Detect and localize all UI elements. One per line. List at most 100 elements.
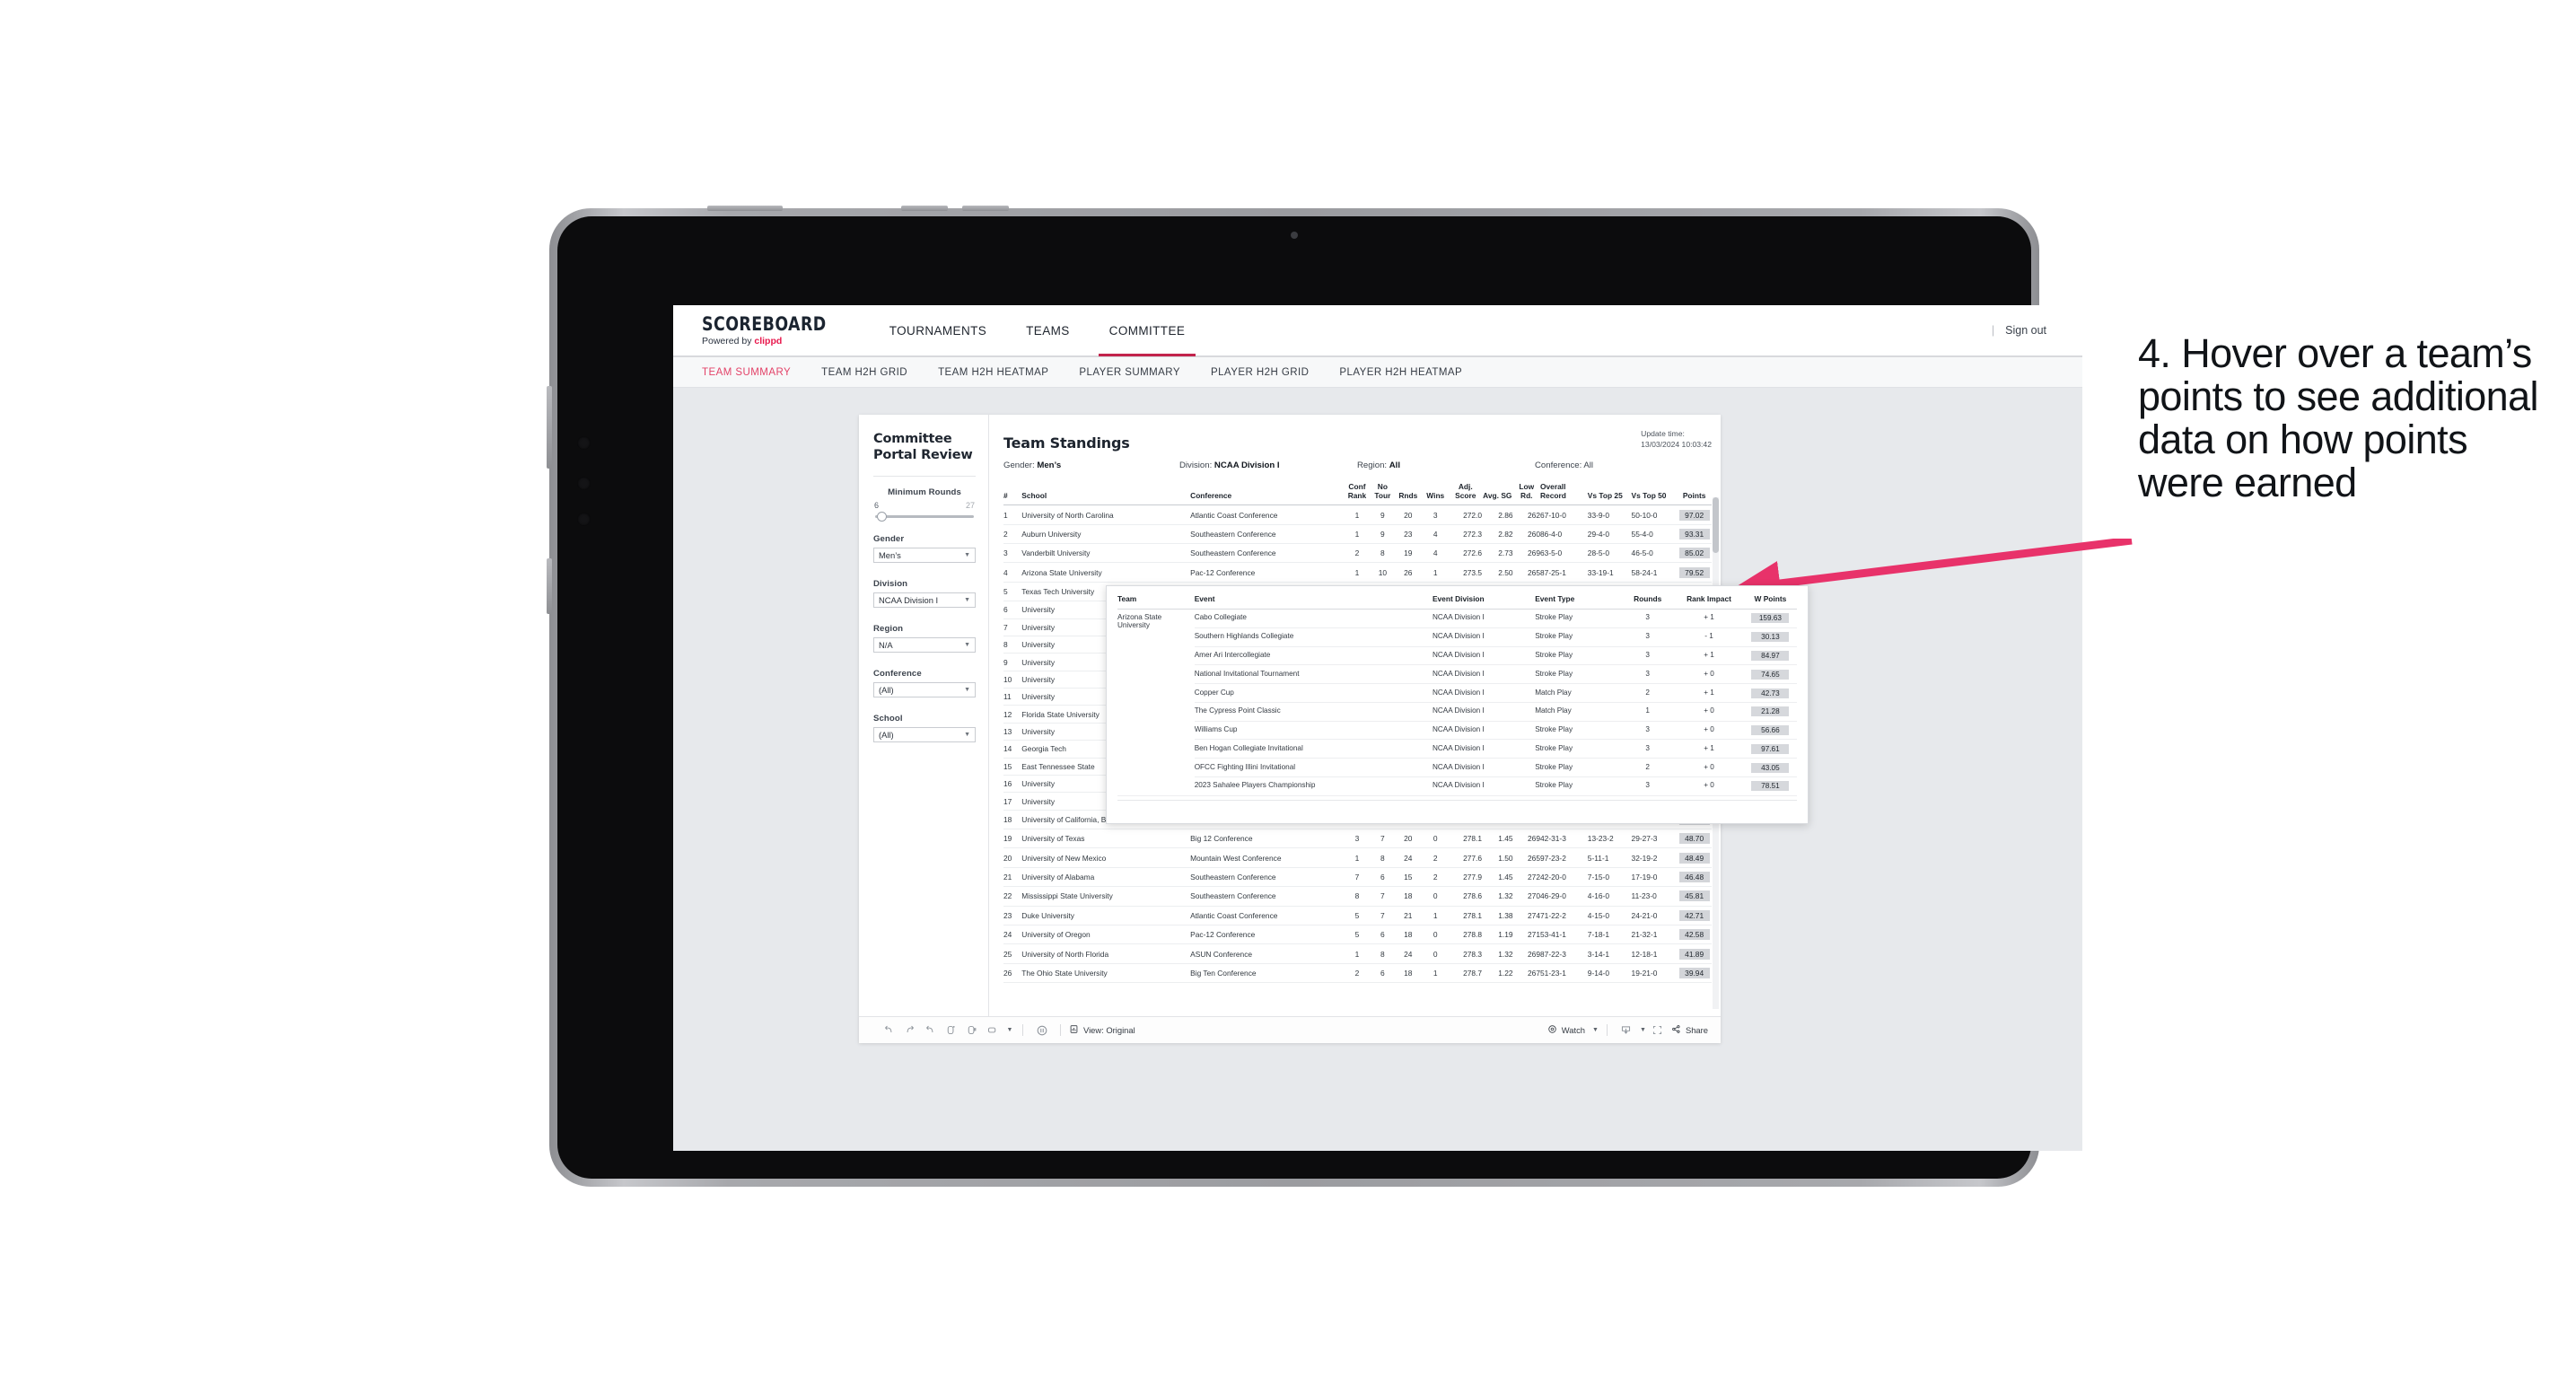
cell-points[interactable]: 93.31 [1677,524,1712,545]
points-badge[interactable]: 42.71 [1678,909,1710,921]
conference-select[interactable]: (All) ▼ [873,682,976,698]
points-badge[interactable]: 48.70 [1678,833,1710,845]
brand-logo[interactable]: SCOREBOARD Powered by clippd [673,314,870,346]
tab-player-h2h-heatmap[interactable]: PLAYER H2H HEATMAP [1339,367,1462,378]
refresh-icon[interactable] [941,1021,961,1040]
col-points[interactable]: Points [1677,483,1712,506]
points-badge[interactable]: 85.02 [1678,548,1710,559]
points-badge[interactable]: 48.49 [1678,852,1710,864]
table-row[interactable]: 23 Duke University Atlantic Coast Conferen… [1003,906,1712,925]
col-avg-sg[interactable]: Avg. SG [1482,483,1513,506]
table-row[interactable]: 25 University of North Florida ASUN Confer… [1003,943,1712,964]
cell-school: University of North Florida [1021,943,1191,964]
col-vs-top-25[interactable]: Vs Top 25 [1587,483,1632,506]
points-badge[interactable]: 97.02 [1678,509,1710,521]
cell-overall-record: 53-41-1 [1540,925,1588,945]
cell-points[interactable]: 85.02 [1677,543,1712,564]
cell-low-rd: 265 [1512,562,1540,583]
tablet-side-button-2[interactable] [547,558,552,614]
col-num[interactable]: # [1003,483,1022,506]
tab-player-h2h-grid[interactable]: PLAYER H2H GRID [1211,367,1309,378]
cell-rnds: 18 [1394,963,1423,984]
points-badge[interactable]: 42.58 [1678,929,1710,941]
col-adj-score[interactable]: Adj. Score [1449,482,1483,506]
pause-auto-update-icon[interactable] [1031,1021,1052,1040]
revert-icon[interactable] [920,1021,941,1040]
share-button[interactable]: Share [1671,1024,1708,1036]
cell-points[interactable]: 46.48 [1677,867,1712,888]
table-row[interactable]: 1 University of North Carolina Atlantic Co… [1003,504,1712,525]
col-rnds[interactable]: Rnds [1394,483,1423,506]
school-select[interactable]: (All) ▼ [873,727,976,743]
points-badge[interactable]: 41.89 [1678,948,1710,960]
tablet-side-button[interactable] [547,386,552,469]
filter-region: Region N/A ▼ [873,624,976,654]
sign-out-link[interactable]: Sign out [2005,324,2046,337]
col-no-tour[interactable]: No Tour [1371,482,1395,506]
points-badge[interactable]: 46.48 [1678,872,1710,882]
cell-points[interactable]: 42.58 [1677,925,1712,945]
cell-points[interactable]: 42.71 [1677,906,1712,925]
cell-points[interactable]: 39.94 [1677,963,1712,984]
device-layout-icon[interactable] [982,1021,1003,1040]
col-vs-top-50[interactable]: Vs Top 50 [1631,483,1678,506]
redo-icon[interactable] [899,1021,920,1040]
table-row[interactable]: 3 Vanderbilt University Southeastern Confe… [1003,543,1712,564]
col-overall-record[interactable]: Overall Record [1540,482,1588,506]
tab-team-h2h-heatmap[interactable]: TEAM H2H HEATMAP [938,367,1048,378]
nav-committee[interactable]: COMMITTEE [1090,305,1205,356]
tablet-volume-up-button[interactable] [901,206,948,211]
cell-wins: 0 [1422,925,1450,945]
region-select[interactable]: N/A ▼ [873,637,976,654]
tab-player-summary[interactable]: PLAYER SUMMARY [1079,367,1180,378]
table-row[interactable]: 20 University of New Mexico Mountain West … [1003,847,1712,868]
view-original-button[interactable]: View: Original [1069,1024,1135,1036]
col-conf-rank[interactable]: Conf Rank [1343,482,1371,506]
points-badge[interactable]: 79.52 [1678,566,1710,578]
tablet-power-button[interactable] [707,206,783,211]
points-badge[interactable]: 93.31 [1678,528,1710,539]
table-row[interactable]: 4 Arizona State University Pac-12 Conferen… [1003,562,1712,583]
cell-points[interactable]: 97.02 [1677,504,1712,525]
nav-tournaments[interactable]: TOURNAMENTS [870,305,1006,356]
cell-wins: 2 [1422,867,1450,888]
tooltip-row: Copper Cup NCAA Division I Match Play 2 + 1 4… [1117,683,1797,703]
minimum-rounds-slider-handle[interactable] [877,511,887,522]
cell-points[interactable]: 48.49 [1677,847,1712,868]
watch-button[interactable]: Watch ▼ [1547,1024,1599,1036]
minimum-rounds-slider[interactable] [875,511,974,522]
tab-team-h2h-grid[interactable]: TEAM H2H GRID [821,367,907,378]
table-row[interactable]: 24 University of Oregon Pac-12 Conference 5… [1003,925,1712,945]
cell-avg-sg: 1.22 [1482,963,1513,984]
points-badge[interactable]: 45.81 [1678,890,1710,902]
col-wins[interactable]: Wins [1422,483,1450,506]
col-low-rd[interactable]: Low Rd. [1512,482,1540,506]
col-school[interactable]: School [1021,483,1191,506]
share-label: Share [1685,1025,1708,1035]
pause-icon[interactable] [961,1021,982,1040]
tablet-volume-down-button[interactable] [962,206,1009,211]
table-row[interactable]: 19 University of Texas Big 12 Conference 3 7… [1003,829,1712,849]
gender-select[interactable]: Men’s ▼ [873,548,976,564]
table-row[interactable]: 26 The Ohio State University Big Ten Confe… [1003,963,1712,984]
table-row[interactable]: 22 Mississippi State University Southeaste… [1003,886,1712,907]
tab-team-summary[interactable]: TEAM SUMMARY [702,367,791,378]
cell-points[interactable]: 79.52 [1677,562,1712,583]
col-conference[interactable]: Conference [1190,483,1344,506]
tt-cell-type: Stroke Play [1535,721,1622,741]
standings-scrollbar-thumb[interactable] [1713,497,1719,553]
nav-teams[interactable]: TEAMS [1006,305,1090,356]
table-row[interactable]: 2 Auburn University Southeastern Conferenc… [1003,524,1712,545]
fullscreen-icon[interactable] [1647,1021,1668,1040]
cell-points[interactable]: 45.81 [1677,886,1712,907]
table-row[interactable]: 21 University of Alabama Southeastern Conf… [1003,867,1712,888]
undo-icon[interactable] [879,1021,899,1040]
download-chevron-icon[interactable]: ▼ [1636,1021,1647,1040]
cell-points[interactable]: 41.89 [1677,943,1712,964]
brand-tagline: Powered by clippd [702,337,837,346]
download-icon[interactable] [1616,1021,1636,1040]
cell-points[interactable]: 48.70 [1677,829,1712,849]
device-layout-chevron-icon[interactable]: ▼ [1003,1021,1014,1040]
division-select[interactable]: NCAA Division I ▼ [873,592,976,609]
points-badge[interactable]: 39.94 [1678,967,1710,978]
